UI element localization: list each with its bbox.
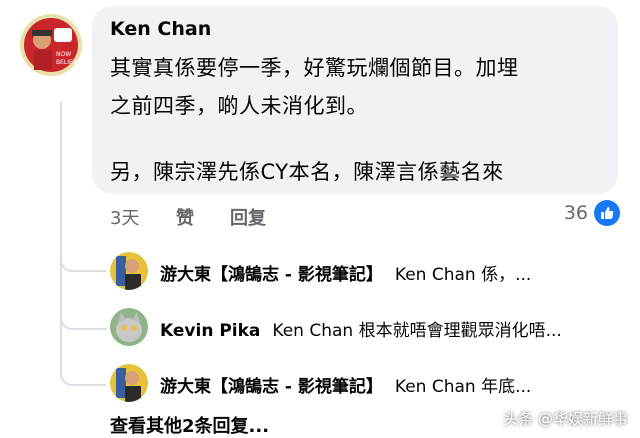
reply-button[interactable]: 回复 (230, 204, 266, 230)
thread-connector (60, 314, 106, 330)
comment-text-line: 另，陳宗澤先係CY本名，陳澤言係藝名來 (110, 160, 504, 184)
reply-author[interactable]: Kevin Pika (160, 321, 260, 341)
comment-author[interactable]: Ken Chan (110, 18, 211, 40)
comment-text-line: 之前四季，啲人未消化到。 (110, 94, 368, 118)
reply-item[interactable]: 游大東【鴻鵠志 - 影視筆記】 Ken Chan 係，... (160, 260, 620, 285)
reply-avatar[interactable] (110, 252, 148, 290)
reply-author[interactable]: 游大東【鴻鵠志 - 影視筆記】 (160, 377, 383, 397)
avatar[interactable]: NOW BELIEVE (20, 14, 82, 76)
watermark: 头条 @华娱新鲜事 (503, 410, 628, 428)
comment-time[interactable]: 3天 (110, 204, 139, 230)
reply-text: Ken Chan 係，... (394, 265, 532, 285)
view-more-replies-link[interactable]: 查看其他2条回复... (110, 412, 269, 438)
svg-text:NOW: NOW (56, 51, 71, 58)
comment-text-line: 其實真係要停一季，好驚玩爛個節目。加埋 (110, 56, 519, 80)
like-button[interactable]: 赞 (176, 204, 194, 230)
reply-text: Ken Chan 年底... (394, 377, 532, 397)
reply-author[interactable]: 游大東【鴻鵠志 - 影視筆記】 (160, 265, 383, 285)
thread-connector (60, 370, 106, 386)
reaction-count: 36 (563, 202, 588, 224)
thread-connector (60, 256, 106, 272)
comment-bubble: Ken Chan 其實真係要停一季，好驚玩爛個節目。加埋 之前四季，啲人未消化到… (92, 6, 618, 194)
thread-line (60, 102, 62, 372)
reply-item[interactable]: 游大東【鴻鵠志 - 影視筆記】 Ken Chan 年底... (160, 372, 620, 397)
svg-text:BELIEVE: BELIEVE (56, 59, 81, 66)
reply-avatar[interactable] (110, 364, 148, 402)
reaction-summary[interactable]: 36 (564, 200, 620, 226)
reply-text: Ken Chan 根本就唔會理觀眾消化唔... (272, 321, 562, 341)
thumbs-up-icon (594, 200, 620, 226)
reply-item[interactable]: Kevin Pika Ken Chan 根本就唔會理觀眾消化唔... (160, 316, 620, 341)
reply-avatar[interactable] (110, 308, 148, 346)
